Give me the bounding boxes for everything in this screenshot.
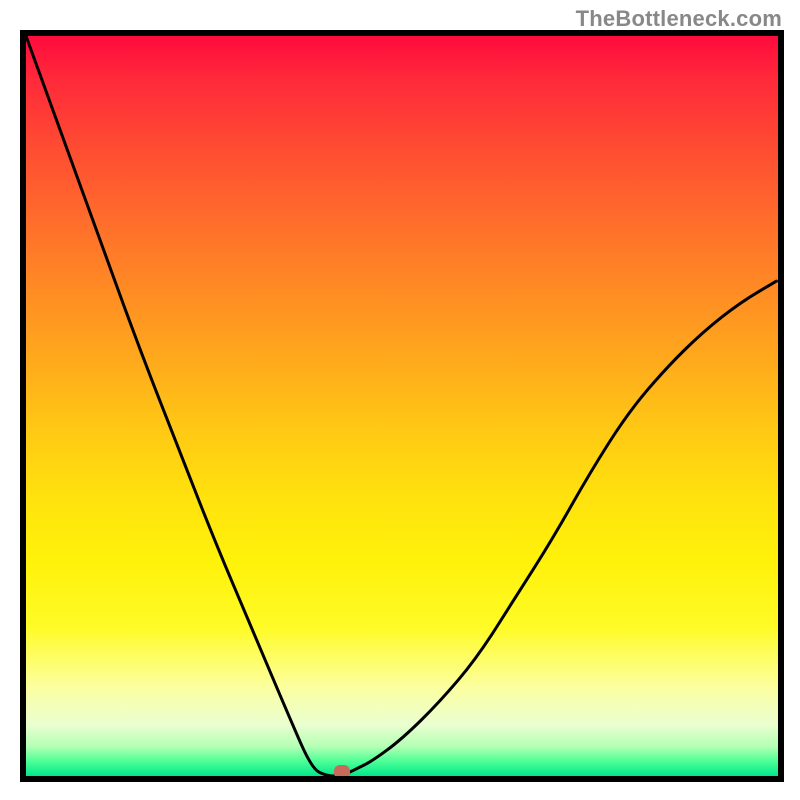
bottleneck-curve: [26, 36, 778, 776]
chart-container: TheBottleneck.com: [0, 0, 800, 800]
watermark-text: TheBottleneck.com: [576, 6, 782, 32]
plot-area: [20, 30, 784, 782]
minimum-marker: [334, 765, 350, 779]
